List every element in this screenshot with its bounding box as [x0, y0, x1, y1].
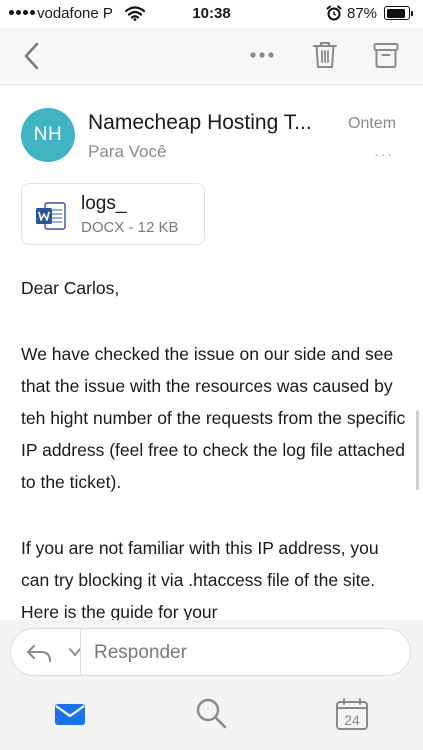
- header-more-button[interactable]: ···: [374, 146, 394, 162]
- message-body: Dear Carlos, We have checked the issue o…: [21, 272, 406, 628]
- search-icon[interactable]: [193, 696, 229, 732]
- archive-icon[interactable]: [372, 40, 400, 70]
- reply-input[interactable]: Responder: [10, 628, 411, 676]
- recipient-line[interactable]: Para Você: [88, 142, 166, 162]
- trash-icon[interactable]: [311, 40, 339, 70]
- body-paragraph: If you are not familiar with this IP add…: [21, 538, 379, 622]
- nav-bar: [0, 28, 423, 85]
- status-bar: vodafone P 10:38 87%: [0, 0, 423, 28]
- reply-divider: [80, 628, 81, 676]
- mail-icon[interactable]: [52, 696, 88, 732]
- word-doc-icon: [36, 202, 66, 230]
- reply-arrow-icon[interactable]: [25, 643, 53, 663]
- attachment-card[interactable]: logs_ DOCX - 12 KB: [21, 183, 205, 245]
- avatar[interactable]: NH: [21, 108, 75, 162]
- battery-icon: [384, 6, 413, 20]
- body-paragraph: We have checked the issue on our side an…: [21, 344, 406, 492]
- reply-placeholder: Responder: [94, 642, 187, 663]
- battery-percent: 87%: [347, 5, 378, 22]
- message-date: Ontem: [348, 115, 397, 132]
- calendar-day: 24: [344, 712, 360, 728]
- calendar-icon[interactable]: 24: [334, 696, 370, 732]
- scroll-indicator[interactable]: [416, 410, 419, 490]
- attachment-meta: DOCX - 12 KB: [81, 219, 179, 236]
- back-chevron-icon[interactable]: [20, 40, 44, 72]
- alarm-icon: [326, 5, 342, 21]
- more-dots-icon[interactable]: [248, 42, 276, 68]
- greeting-text: Dear Carlos,: [21, 278, 120, 298]
- battery-fill: [386, 8, 405, 18]
- sender-name[interactable]: Namecheap Hosting T...: [88, 111, 336, 135]
- attachment-name: logs_: [81, 193, 127, 214]
